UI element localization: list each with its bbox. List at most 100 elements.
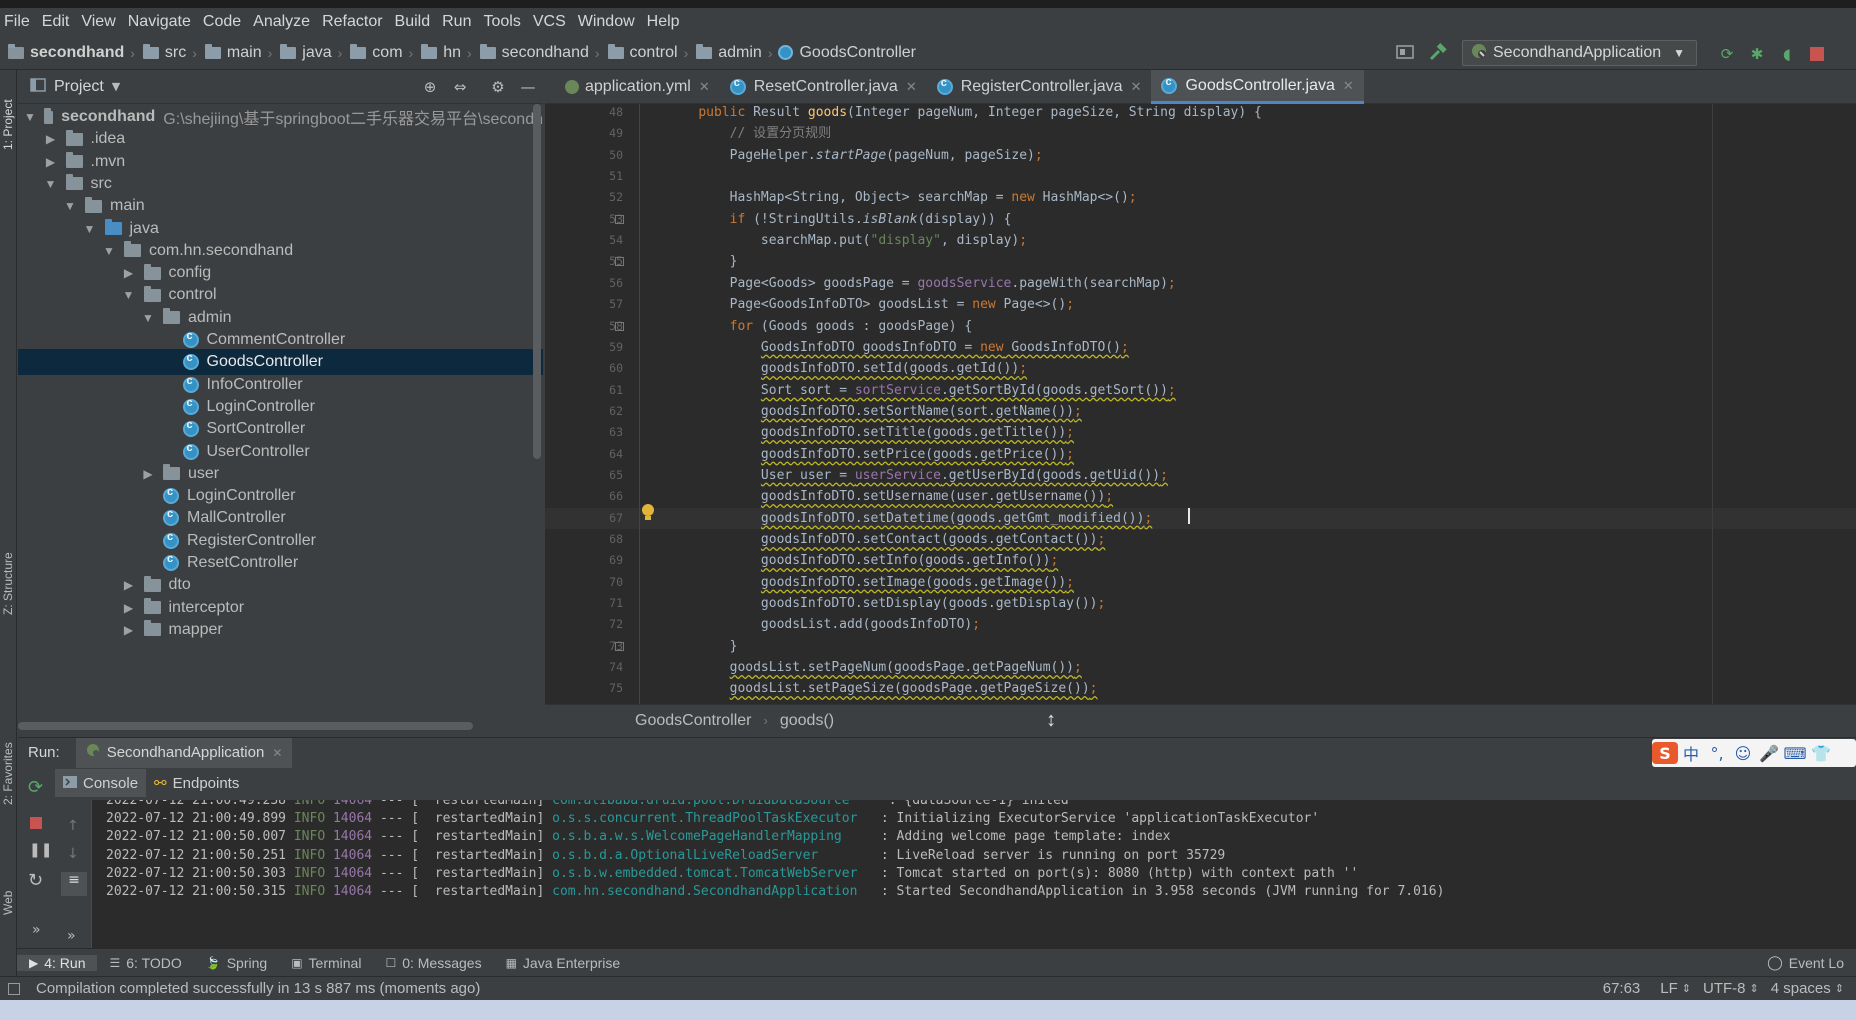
ime-skin-icon[interactable]: 👕 [1808,742,1834,764]
fold-marker-icon[interactable] [615,214,624,224]
hide-minus-icon[interactable]: — [517,76,539,98]
breadcrumb-item[interactable]: secondhand [30,44,124,62]
expand-down-icon[interactable]: ▼ [24,110,36,124]
expand-right-icon[interactable]: ▶ [122,266,136,280]
rerun-icon[interactable]: ⟳ [28,777,43,798]
bottom-tab[interactable]: ☰ 6: TODO [97,955,193,971]
ime-keyboard-icon[interactable]: ⌨ [1782,742,1808,764]
close-icon[interactable]: ✕ [272,746,282,760]
project-vertical-scrollbar[interactable] [533,104,541,459]
tab-console[interactable]: Console [55,769,147,797]
expand-down-icon[interactable]: ▼ [122,288,136,302]
locate-target-icon[interactable]: ⊕ [419,76,441,98]
menu-navigate[interactable]: Navigate [124,13,199,31]
expand-down-icon[interactable]: ▼ [141,311,155,325]
editor-tab[interactable]: GoodsController.java ✕ [1151,70,1364,104]
bottom-tab[interactable]: ▦ Java Enterprise [494,955,633,971]
coverage-shield-icon[interactable]: ◖ [1776,43,1798,65]
menu-help[interactable]: Help [643,13,688,31]
menu-refactor[interactable]: Refactor [318,13,390,31]
stop-icon[interactable] [30,815,42,833]
editor-tab[interactable]: RegisterController.java ✕ [927,70,1152,104]
close-icon[interactable]: ✕ [1343,78,1354,94]
close-icon[interactable]: ✕ [1131,79,1142,95]
event-log-tab[interactable]: ◯ Event Lo [1755,954,1856,971]
tool-window-project[interactable]: 1: Project [1,99,15,150]
breadcrumb-item[interactable]: com [372,44,402,62]
file-encoding[interactable]: UTF-8 [1703,980,1746,997]
up-arrow-icon[interactable]: ↑ [67,818,79,834]
line-separator[interactable]: LF [1660,980,1678,997]
bottom-tab[interactable]: ☐ 0: Messages [373,955,493,971]
run-configuration-select[interactable]: SecondhandApplication ▼ [1462,40,1697,66]
project-horizontal-scrollbar[interactable] [18,722,473,730]
close-icon[interactable]: ✕ [906,79,917,95]
menu-vcs[interactable]: VCS [529,13,574,31]
pause-icon[interactable]: ❚❚ [29,842,52,858]
fold-marker-icon[interactable] [615,641,624,651]
fold-marker-icon[interactable] [615,321,624,331]
debug-bug-icon[interactable]: ✱ [1746,43,1768,65]
menu-tools[interactable]: Tools [479,13,528,31]
breadcrumb-item[interactable]: hn [443,44,461,62]
editor-crumb-method[interactable]: goods() [780,712,834,730]
menu-window[interactable]: Window [574,13,643,31]
tree-item[interactable]: ▶ mapper [18,617,543,643]
expand-down-icon[interactable]: ▼ [63,199,77,213]
breadcrumb-item[interactable]: java [302,44,331,62]
menu-code[interactable]: Code [199,13,249,31]
down-arrow-icon[interactable]: ↓ [67,846,79,862]
status-toggle-icon[interactable] [8,982,20,995]
menu-file[interactable]: File [0,13,38,31]
sogou-logo-icon[interactable]: S [1652,742,1678,764]
editor-crumb-class[interactable]: GoodsController [635,712,752,730]
breadcrumb-item[interactable]: main [227,44,262,62]
expand-right-icon[interactable]: ▶ [44,155,58,169]
collapse-all-icon[interactable]: ⇔ [449,76,471,98]
lightbulb-icon[interactable] [640,503,656,527]
expand-down-icon[interactable]: ▼ [44,177,58,191]
breadcrumb-item[interactable]: src [165,44,186,62]
expand-right-icon[interactable]: ▶ [122,623,136,637]
chevron-down-icon[interactable]: ▼ [112,80,120,93]
tab-endpoints[interactable]: ⚯ Endpoints [146,769,247,797]
expand-down-icon[interactable]: ▼ [102,244,116,258]
breadcrumb-item[interactable]: admin [718,44,762,62]
breadcrumb-item[interactable]: secondhand [502,44,589,62]
editor-tab[interactable]: application.yml ✕ [555,70,720,104]
expand-right-icon[interactable]: ▶ [141,467,155,481]
tool-window-favorites[interactable]: 2: Favorites [1,742,15,805]
menu-build[interactable]: Build [391,13,439,31]
stop-icon[interactable] [1806,43,1828,65]
indent-setting[interactable]: 4 spaces [1771,980,1831,997]
more-icon[interactable]: » [32,922,41,938]
menu-edit[interactable]: Edit [38,13,78,31]
menu-view[interactable]: View [77,13,123,31]
more-icon[interactable]: » [67,928,76,944]
rerun-icon[interactable]: ⟳ [1716,43,1738,65]
ime-emoji-icon[interactable]: ☺ [1730,742,1756,764]
tool-window-web[interactable]: Web [1,891,15,915]
ime-chinese-mode[interactable]: 中 [1678,742,1704,764]
gear-icon[interactable]: ⚙ [487,76,509,98]
ime-punctuation[interactable]: °, [1704,742,1730,764]
bottom-tab[interactable]: ▣ Terminal [279,955,373,971]
console-output[interactable]: 2022-07-12 21:00:49.238 INFO 14064 --- [… [92,800,1856,950]
status-message[interactable]: Compilation completed successfully in 13… [36,980,480,997]
layout-icon[interactable] [1395,43,1415,65]
breadcrumb-class[interactable]: GoodsController [772,44,916,62]
editor-tab[interactable]: ResetController.java ✕ [720,70,927,104]
ime-toolbar[interactable]: S 中 °, ☺ 🎤 ⌨ 👕 [1652,739,1856,767]
fold-marker-icon[interactable] [615,257,624,267]
bottom-tab[interactable]: ▶ 4: Run [17,954,98,971]
ime-voice-icon[interactable]: 🎤 [1756,742,1782,764]
breadcrumb-item[interactable]: control [630,44,678,62]
menu-run[interactable]: Run [438,13,479,31]
build-hammer-icon[interactable] [1428,42,1448,66]
code-editor[interactable]: 48 public Result goods(Integer pageNum, … [545,104,1856,704]
tool-window-structure[interactable]: Z: Structure [1,552,15,615]
close-icon[interactable]: ✕ [699,79,710,95]
bottom-tab[interactable]: 🍃 Spring [194,955,279,971]
menu-analyze[interactable]: Analyze [249,13,318,31]
soft-wrap-icon[interactable]: ≡ [61,872,87,896]
